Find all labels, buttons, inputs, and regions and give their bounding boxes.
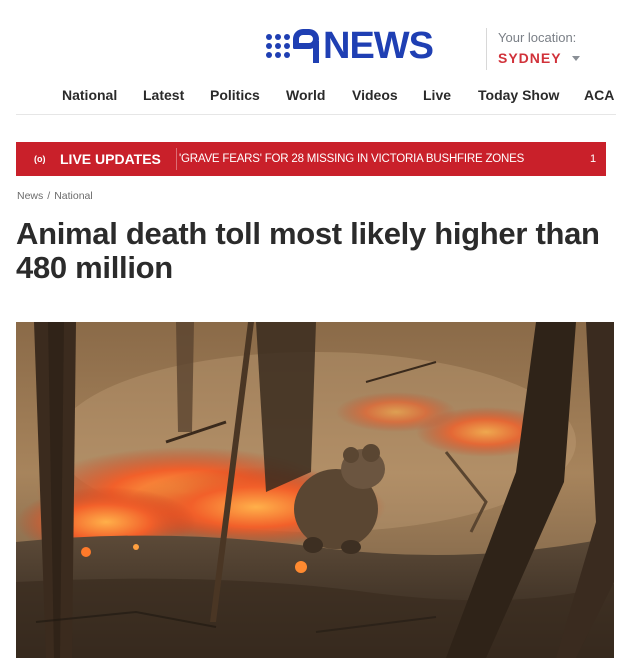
nav-item-national[interactable]: National bbox=[62, 87, 117, 103]
nav-item-world[interactable]: World bbox=[286, 87, 325, 103]
nine-news-logo[interactable]: NEWS bbox=[266, 25, 434, 67]
ticker-divider bbox=[176, 148, 177, 170]
main-nav: National Latest Politics World Videos Li… bbox=[0, 84, 632, 108]
location-divider bbox=[486, 28, 487, 70]
breadcrumb: News / National bbox=[17, 190, 93, 202]
breadcrumb-separator: / bbox=[47, 190, 51, 202]
chevron-down-icon[interactable] bbox=[572, 56, 580, 61]
ticker-headline-link[interactable]: 'GRAVE FEARS' FOR 28 MISSING IN VICTORIA… bbox=[179, 153, 524, 165]
location-label: Your location: bbox=[498, 30, 577, 45]
nav-item-politics[interactable]: Politics bbox=[210, 87, 260, 103]
site-header: NEWS Your location: SYDNEY bbox=[0, 0, 632, 80]
bushfire-koala-photo-icon bbox=[16, 322, 614, 658]
ticker-counter: 1 bbox=[590, 153, 597, 165]
breadcrumb-national-link[interactable]: National bbox=[54, 190, 93, 202]
location-selector[interactable]: SYDNEY bbox=[498, 50, 562, 66]
breadcrumb-news-link[interactable]: News bbox=[17, 190, 43, 202]
nav-item-latest[interactable]: Latest bbox=[143, 87, 184, 103]
article-headline: Animal death toll most likely higher tha… bbox=[16, 216, 600, 285]
nine-glyph-icon bbox=[293, 29, 319, 63]
nav-divider bbox=[16, 114, 616, 115]
article-hero-image[interactable] bbox=[16, 322, 614, 658]
live-updates-ticker[interactable]: (o) LIVE UPDATES 'GRAVE FEARS' FOR 28 MI… bbox=[16, 142, 606, 176]
nav-item-aca[interactable]: ACA bbox=[584, 87, 614, 103]
live-updates-label: LIVE UPDATES bbox=[60, 151, 161, 167]
broadcast-icon: (o) bbox=[34, 154, 46, 164]
nav-item-videos[interactable]: Videos bbox=[352, 87, 398, 103]
logo-text: NEWS bbox=[323, 25, 434, 67]
nav-item-today-show[interactable]: Today Show bbox=[478, 87, 559, 103]
nine-network-dots-logo-icon bbox=[266, 34, 290, 58]
nav-item-live[interactable]: Live bbox=[423, 87, 451, 103]
